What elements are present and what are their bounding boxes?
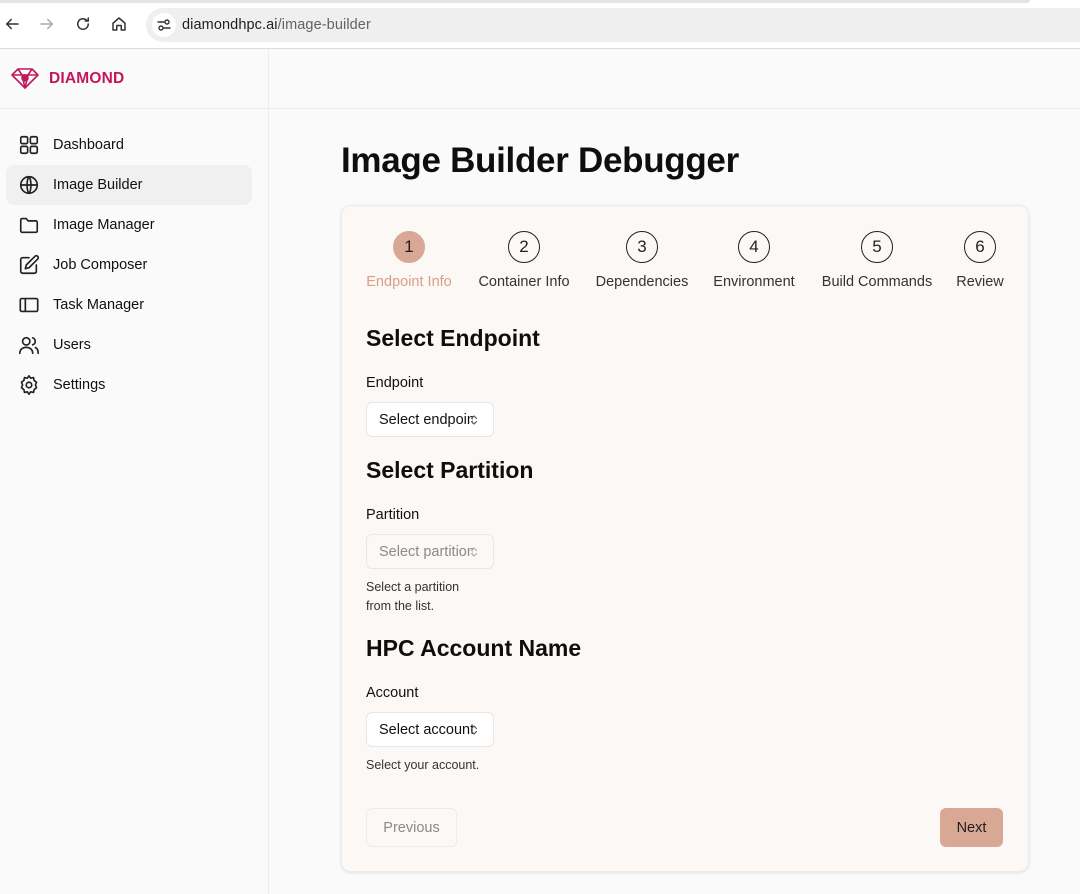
arrow-right-icon bbox=[40, 18, 53, 30]
partition-section-heading: Select Partition bbox=[366, 457, 534, 483]
sidebar-item-dashboard[interactable]: Dashboard bbox=[6, 125, 252, 165]
brand-header: DIAMOND bbox=[0, 49, 268, 109]
account-label: Account bbox=[366, 685, 419, 701]
dashboard-grid-icon bbox=[18, 134, 40, 156]
address-bar[interactable]: diamondhpc.ai/image-builder bbox=[146, 8, 1080, 42]
sidebar-item-users[interactable]: Users bbox=[6, 325, 252, 365]
chevron-up-down-icon bbox=[470, 415, 478, 425]
browser-toolbar: diamondhpc.ai/image-builder bbox=[0, 0, 1080, 49]
reload-icon bbox=[77, 17, 89, 30]
sidebar-nav: Dashboard Image Builder Image Manager Jo… bbox=[6, 125, 252, 405]
sidebar-item-label: Image Manager bbox=[53, 217, 155, 233]
step-environment[interactable]: 4 Environment bbox=[713, 231, 795, 290]
folder-icon bbox=[18, 214, 40, 236]
tab-strip-edge bbox=[0, 0, 1030, 3]
sidebar-item-image-manager[interactable]: Image Manager bbox=[6, 205, 252, 245]
sidebar-item-label: Task Manager bbox=[53, 297, 145, 313]
step-label: Container Info bbox=[478, 274, 570, 290]
step-number: 3 bbox=[626, 231, 658, 263]
wizard-card: 1 Endpoint Info 2 Container Info 3 Depen… bbox=[341, 205, 1029, 872]
partition-select[interactable]: Select partition bbox=[366, 534, 494, 569]
users-icon bbox=[18, 334, 40, 356]
step-container-info[interactable]: 2 Container Info bbox=[477, 231, 571, 290]
step-number: 1 bbox=[393, 231, 425, 263]
step-number: 2 bbox=[508, 231, 540, 263]
step-review[interactable]: 6 Review bbox=[954, 231, 1006, 290]
url-host: diamondhpc.ai bbox=[182, 17, 278, 33]
next-button[interactable]: Next bbox=[940, 808, 1003, 847]
endpoint-label: Endpoint bbox=[366, 375, 424, 391]
account-select[interactable]: Select account bbox=[366, 712, 494, 747]
sidebar-item-label: Settings bbox=[53, 377, 106, 393]
chevron-up-down-icon bbox=[470, 725, 478, 735]
partition-helper-text: Select a partition from the list. bbox=[366, 578, 459, 616]
sidebar-item-settings[interactable]: Settings bbox=[6, 365, 252, 405]
account-helper-text: Select your account. bbox=[366, 758, 480, 772]
stepper: 1 Endpoint Info 2 Container Info 3 Depen… bbox=[342, 231, 1030, 291]
partition-label: Partition bbox=[366, 507, 420, 523]
step-label: Dependencies bbox=[595, 274, 689, 290]
step-label: Endpoint Info bbox=[366, 274, 452, 290]
sidebar-item-job-composer[interactable]: Job Composer bbox=[6, 245, 252, 285]
diamond-logo-icon[interactable] bbox=[9, 65, 41, 91]
account-section-heading: HPC Account Name bbox=[366, 635, 582, 661]
top-header bbox=[269, 49, 1080, 109]
step-build-commands[interactable]: 5 Build Commands bbox=[821, 231, 933, 290]
endpoint-section-heading: Select Endpoint bbox=[366, 325, 540, 351]
sidebar-item-image-builder[interactable]: Image Builder bbox=[6, 165, 252, 205]
gear-icon bbox=[18, 374, 40, 396]
tune-icon bbox=[157, 19, 171, 31]
sidebar: DIAMOND Dashboard Image Builder Image Ma… bbox=[0, 49, 269, 894]
partition-helper-line-1: Select a partition bbox=[366, 580, 460, 594]
edit-icon bbox=[18, 254, 40, 276]
globe-icon bbox=[18, 174, 40, 196]
partition-select-value: Select partition bbox=[379, 543, 473, 560]
reload-button[interactable] bbox=[72, 13, 94, 35]
sidebar-item-label: Users bbox=[53, 337, 91, 353]
chevron-up-down-icon bbox=[470, 547, 478, 557]
sidebar-item-label: Job Composer bbox=[53, 257, 148, 273]
step-label: Review bbox=[956, 274, 1004, 290]
step-label: Build Commands bbox=[821, 274, 933, 290]
step-label: Environment bbox=[713, 274, 795, 290]
step-endpoint-info[interactable]: 1 Endpoint Info bbox=[366, 231, 452, 290]
sidebar-item-label: Dashboard bbox=[53, 137, 124, 153]
page-title: Image Builder Debugger bbox=[341, 141, 739, 180]
sidebar-item-task-manager[interactable]: Task Manager bbox=[6, 285, 252, 325]
main-content: Image Builder Debugger 1 Endpoint Info 2… bbox=[269, 49, 1080, 894]
step-dependencies[interactable]: 3 Dependencies bbox=[595, 231, 689, 290]
back-button[interactable] bbox=[1, 13, 23, 35]
account-select-value: Select account bbox=[379, 721, 473, 738]
partition-helper-line-2: from the list. bbox=[366, 599, 435, 613]
site-info-button[interactable] bbox=[152, 13, 176, 37]
forward-button[interactable] bbox=[36, 13, 58, 35]
previous-button[interactable]: Previous bbox=[366, 808, 457, 847]
step-number: 4 bbox=[738, 231, 770, 263]
endpoint-select[interactable]: Select endpoint bbox=[366, 402, 494, 437]
step-number: 6 bbox=[964, 231, 996, 263]
step-number: 5 bbox=[861, 231, 893, 263]
panels-icon bbox=[18, 294, 40, 316]
endpoint-select-value: Select endpoint bbox=[379, 411, 473, 428]
home-icon bbox=[112, 17, 126, 31]
arrow-left-icon bbox=[6, 18, 19, 30]
brand-name[interactable]: DIAMOND bbox=[49, 70, 124, 88]
url-text[interactable]: diamondhpc.ai/image-builder bbox=[182, 17, 371, 33]
sidebar-item-label: Image Builder bbox=[53, 177, 143, 193]
url-path: /image-builder bbox=[277, 17, 371, 33]
home-button[interactable] bbox=[108, 13, 130, 35]
